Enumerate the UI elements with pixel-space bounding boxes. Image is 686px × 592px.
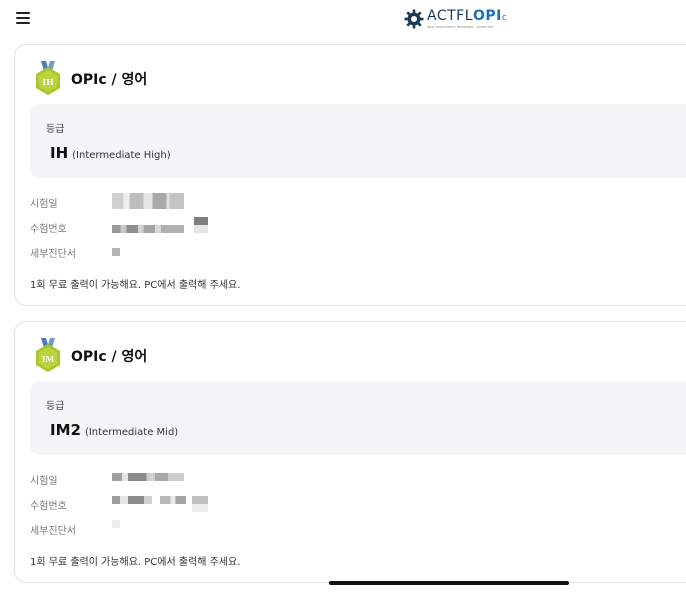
medal-badge-icon: IM bbox=[36, 338, 60, 372]
detailed-report-label: 세부진단서 bbox=[30, 526, 76, 537]
print-note: 1회 무료 출력이 가능해요. PC에서 출력해 주세요. bbox=[30, 557, 241, 568]
logo-suffix: c bbox=[501, 13, 508, 23]
top-bar: ACTFLOPIc ORAL PROFICIENCY INTERVIEW - C… bbox=[0, 0, 686, 40]
opic-result-card[interactable]: IH OPIc / 영어 등급 IH (Intermediate High) 시험… bbox=[14, 44, 686, 306]
exam-number-label: 수험번호 bbox=[30, 501, 67, 512]
grade-box: 등급 IM2 (Intermediate Mid) bbox=[30, 381, 686, 455]
grade-row: IH (Intermediate High) bbox=[50, 143, 171, 162]
card-header: IH OPIc / 영어 bbox=[33, 61, 333, 97]
logo-tagline: ORAL PROFICIENCY INTERVIEW - COMPUTER bbox=[427, 25, 494, 29]
grade-description: (Intermediate High) bbox=[72, 150, 171, 161]
grade-row: IM2 (Intermediate Mid) bbox=[50, 420, 178, 439]
logo-prefix: ACTFL bbox=[427, 8, 474, 24]
grade-label: 등급 bbox=[46, 124, 65, 135]
grade-code: IH bbox=[50, 144, 69, 162]
exam-number-label: 수험번호 bbox=[30, 224, 67, 235]
actfl-opic-logo: ACTFLOPIc ORAL PROFICIENCY INTERVIEW - C… bbox=[404, 8, 507, 30]
print-note: 1회 무료 출력이 가능해요. PC에서 출력해 주세요. bbox=[30, 280, 241, 291]
opic-result-card[interactable]: IM OPIc / 영어 등급 IM2 (Intermediate Mid) 시험… bbox=[14, 321, 686, 583]
hamburger-menu-icon[interactable] bbox=[16, 12, 30, 25]
medal-badge-icon: IH bbox=[36, 61, 60, 95]
home-indicator[interactable] bbox=[329, 581, 569, 585]
medal-text: IM bbox=[42, 354, 55, 364]
grade-box: 등급 IH (Intermediate High) bbox=[30, 104, 686, 178]
medal-text: IH bbox=[42, 77, 54, 87]
card-title: OPIc / 영어 bbox=[71, 349, 148, 365]
logo-bold: OPI bbox=[473, 8, 502, 24]
detailed-report-label: 세부진단서 bbox=[30, 249, 76, 260]
exam-date-label: 시험일 bbox=[30, 476, 58, 487]
gear-logo-icon bbox=[404, 9, 424, 29]
card-header: IM OPIc / 영어 bbox=[33, 338, 333, 374]
card-title: OPIc / 영어 bbox=[71, 72, 148, 88]
grade-label: 등급 bbox=[46, 401, 65, 412]
grade-description: (Intermediate Mid) bbox=[84, 427, 179, 438]
exam-date-label: 시험일 bbox=[30, 199, 58, 210]
grade-code: IM2 bbox=[50, 421, 81, 439]
